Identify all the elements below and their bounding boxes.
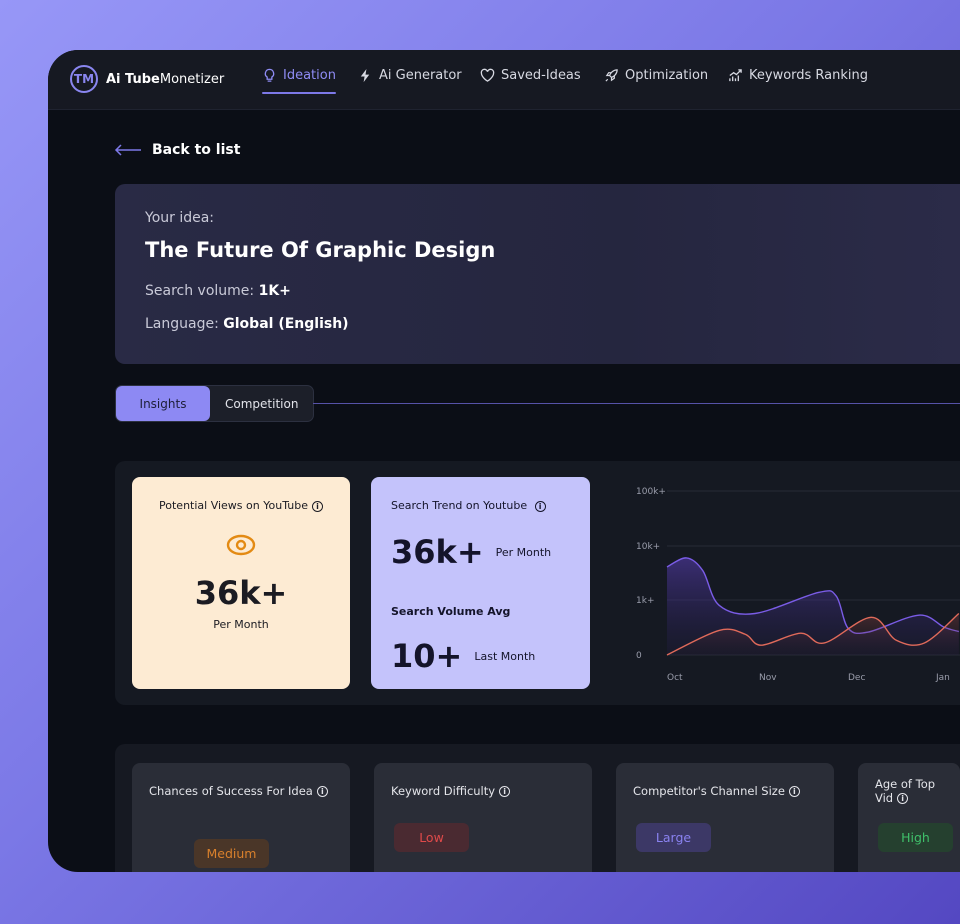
volume-value: 1K+ (258, 283, 291, 299)
metric-title-text: Chances of Success For Idea (149, 784, 313, 798)
metric-badge: Low (394, 823, 469, 852)
metric-title: Keyword Difficulty i (391, 784, 586, 798)
nav-label: Keywords Ranking (749, 68, 869, 83)
metric-card: Chances of Success For Idea i Medium (132, 763, 350, 872)
info-icon[interactable]: i (788, 786, 800, 797)
metric-title-text: Competitor's Channel Size (633, 784, 785, 798)
tab-divider (313, 403, 960, 404)
nav-keywords-ranking[interactable]: Keywords Ranking (728, 68, 868, 83)
language-value: Global (English) (223, 316, 349, 332)
rocket-icon (605, 69, 618, 82)
metric-badge: Medium (194, 839, 269, 868)
nav-ai-generator[interactable]: Ai Generator (358, 68, 462, 83)
potential-unit: Per Month (213, 618, 269, 631)
back-to-list-link[interactable]: Back to list (114, 142, 240, 158)
search-volume: Search volume: 1K+ (145, 283, 291, 299)
idea-card: Your idea: The Future Of Graphic Design … (115, 184, 960, 364)
eye-icon (226, 534, 256, 556)
info-icon[interactable]: i (316, 786, 328, 797)
avg-value: 10+ (391, 637, 463, 675)
back-label: Back to list (152, 142, 241, 158)
brand-bold: Ai Tube (106, 71, 160, 87)
metric-title-text: Keyword Difficulty (391, 784, 496, 798)
search-trend-card: Search Trend on Youtube i 36k+ Per Month … (371, 477, 590, 689)
metric-badge: Large (636, 823, 711, 852)
potential-value: 36k+ (194, 574, 288, 612)
avg-title: Search Volume Avg (391, 605, 511, 618)
tab-bar: Insights Competition (115, 385, 315, 422)
trend-unit: Per Month (495, 545, 552, 559)
trend-value-row: 36k+ Per Month (391, 533, 551, 571)
info-icon[interactable]: i (534, 500, 546, 512)
idea-label: Your idea: (145, 210, 215, 226)
nav-saved-ideas[interactable]: Saved-Ideas (480, 68, 581, 83)
brand-rest: Monetizer (159, 71, 225, 87)
tab-label: Insights (139, 396, 187, 411)
metric-badge: High (878, 823, 953, 852)
avg-unit: Last Month (474, 649, 536, 663)
language: Language: Global (English) (145, 316, 349, 332)
avg-value-row: 10+ Last Month (391, 637, 535, 675)
nav-label: Ai Generator (379, 68, 462, 83)
metric-title: Chances of Success For Idea i (149, 784, 344, 798)
arrow-left-icon (114, 144, 141, 156)
lightning-icon (360, 68, 370, 83)
idea-title: The Future Of Graphic Design (145, 238, 496, 262)
metric-title: Age of Top Vid i (875, 777, 954, 805)
potential-views-card: Potential Views on YouTube i 36k+ Per Mon… (132, 477, 350, 689)
info-icon[interactable]: i (311, 500, 323, 512)
metric-card: Competitor's Channel Size i Large (616, 763, 834, 872)
nav-label: Ideation (283, 68, 336, 83)
potential-title-text: Potential Views on YouTube (159, 499, 308, 512)
tab-competition[interactable]: Competition (210, 386, 313, 421)
trend-title-text: Search Trend on Youtube (391, 499, 528, 512)
tab-label: Competition (225, 396, 299, 411)
heart-icon (480, 68, 495, 82)
chart-trend-icon (729, 69, 742, 82)
info-icon[interactable]: i (499, 786, 511, 797)
metric-card: Keyword Difficulty i Low (374, 763, 592, 872)
nav-optimization[interactable]: Optimization (604, 68, 708, 83)
nav-label: Saved-Ideas (501, 68, 581, 83)
lightbulb-icon (264, 68, 275, 82)
trend-title: Search Trend on Youtube i (391, 499, 546, 512)
top-nav: TM Ai TubeMonetizer Ideation Ai Generato… (48, 50, 960, 110)
metric-title: Competitor's Channel Size i (633, 784, 828, 798)
logo-mark-icon: TM (70, 65, 98, 93)
brand-name: Ai TubeMonetizer (106, 72, 224, 87)
nav-ideation[interactable]: Ideation (262, 68, 336, 94)
language-label: Language: (145, 316, 219, 332)
tab-insights[interactable]: Insights (116, 386, 210, 421)
info-icon[interactable]: i (897, 793, 909, 804)
volume-label: Search volume: (145, 283, 255, 299)
logo[interactable]: TM Ai TubeMonetizer (70, 65, 224, 93)
metric-card: Age of Top Vid i High (858, 763, 960, 872)
trend-value: 36k+ (391, 533, 484, 571)
nav-label: Optimization (625, 68, 709, 83)
potential-title: Potential Views on YouTube i (132, 499, 350, 512)
